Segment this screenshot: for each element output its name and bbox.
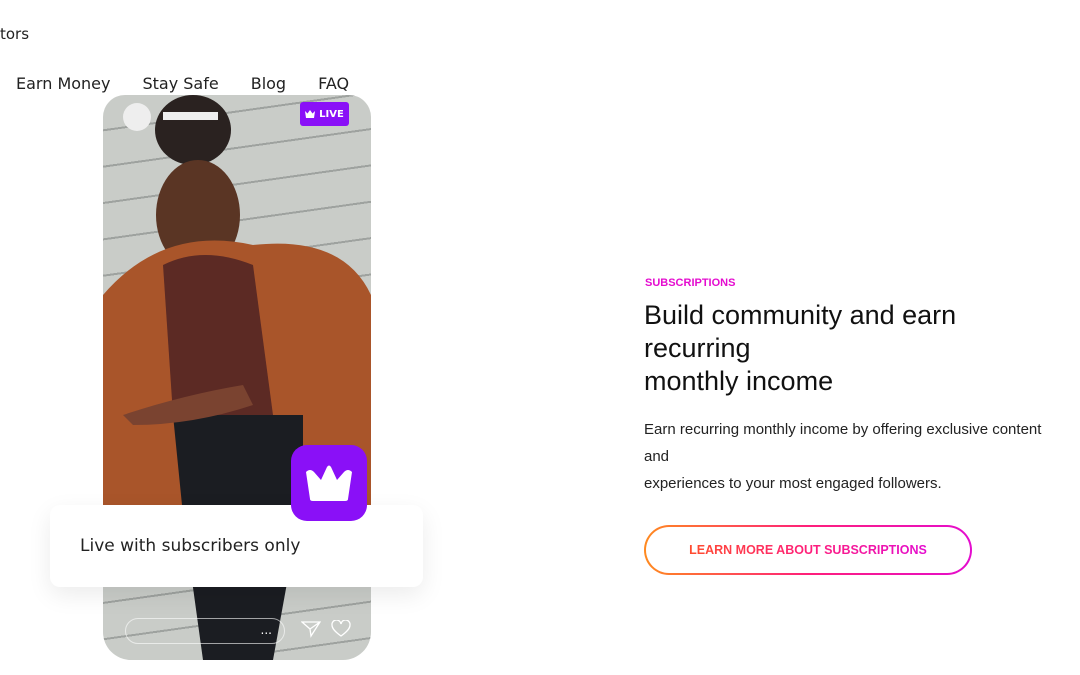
- nav-earn-money[interactable]: Earn Money: [16, 74, 110, 93]
- send-icon[interactable]: [301, 620, 321, 638]
- title-line: monthly income: [644, 366, 834, 396]
- comment-input[interactable]: ...: [125, 618, 285, 644]
- crown-icon: [305, 110, 316, 118]
- crown-icon: [306, 465, 352, 501]
- title-line: Build community and earn recurring: [644, 300, 957, 363]
- card-text: Live with subscribers only: [80, 536, 301, 556]
- avatar: [123, 103, 151, 131]
- nav-stay-safe[interactable]: Stay Safe: [142, 74, 218, 93]
- section-eyebrow: SUBSCRIPTIONS: [645, 277, 736, 289]
- section-title: Build community and earn recurring monthl…: [644, 299, 1064, 398]
- live-subscribers-card: Live with subscribers only: [50, 505, 423, 587]
- live-label: LIVE: [319, 108, 344, 120]
- learn-more-subscriptions-button[interactable]: LEARN MORE ABOUT SUBSCRIPTIONS: [644, 525, 972, 575]
- live-badge: LIVE: [300, 102, 349, 126]
- main-nav: Earn Money Stay Safe Blog FAQ: [16, 74, 349, 93]
- cta-label: LEARN MORE ABOUT SUBSCRIPTIONS: [689, 543, 927, 557]
- username-placeholder: [163, 112, 218, 120]
- subscriptions-section: SUBSCRIPTIONS Build community and earn r…: [644, 277, 1064, 575]
- heart-icon[interactable]: [331, 620, 351, 638]
- brand-text[interactable]: tors: [0, 25, 29, 43]
- description-line: Earn recurring monthly income by offerin…: [644, 421, 1042, 465]
- description-line: experiences to your most engaged followe…: [644, 475, 942, 492]
- nav-faq[interactable]: FAQ: [318, 74, 349, 93]
- subscription-crown-badge: [291, 445, 367, 521]
- section-description: Earn recurring monthly income by offerin…: [644, 416, 1064, 497]
- nav-blog[interactable]: Blog: [251, 74, 286, 93]
